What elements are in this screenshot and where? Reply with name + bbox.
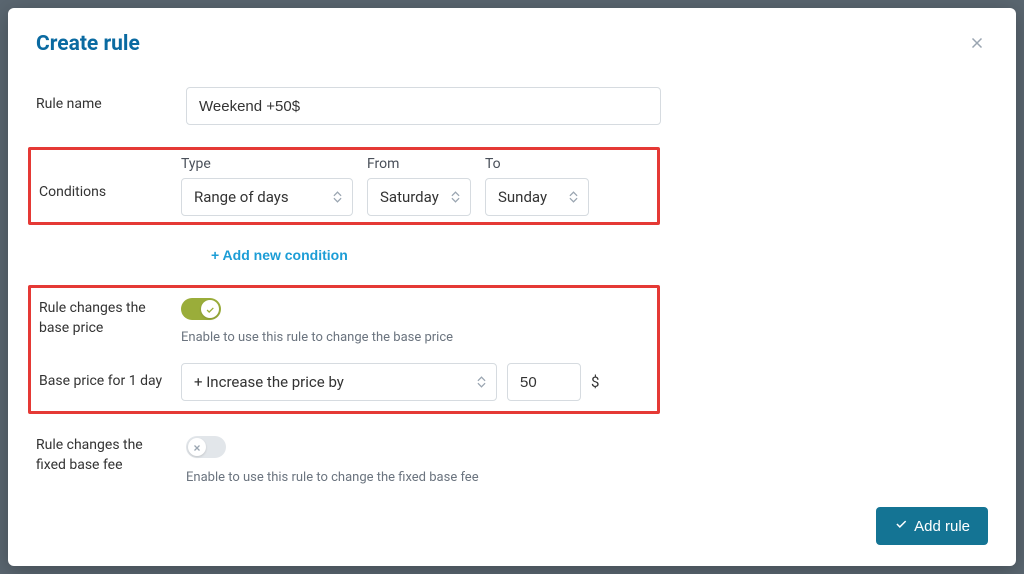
to-column: To Sunday: [485, 156, 589, 216]
add-rule-button[interactable]: Add rule: [876, 507, 988, 545]
changes-base-controls: Enable to use this rule to change the ba…: [181, 298, 453, 345]
from-select[interactable]: Saturday: [367, 178, 471, 216]
sort-caret-icon: [333, 191, 342, 203]
from-select-value: Saturday: [380, 188, 439, 206]
changes-fee-helper: Enable to use this rule to change the fi…: [186, 470, 988, 485]
rule-name-label: Rule name: [36, 87, 176, 112]
close-button[interactable]: [966, 32, 988, 57]
create-rule-modal: Create rule Rule name Conditions Type Ra…: [8, 8, 1016, 566]
from-column: From Saturday: [367, 156, 471, 216]
add-rule-label: Add rule: [914, 518, 970, 535]
type-select-value: Range of days: [194, 188, 289, 206]
rule-name-controls: [186, 87, 988, 125]
base-price-label: Base price for 1 day: [39, 363, 171, 392]
sort-caret-icon: [477, 376, 486, 388]
to-select[interactable]: Sunday: [485, 178, 589, 216]
type-col-label: Type: [181, 156, 353, 172]
toggle-knob: [201, 300, 219, 318]
changes-base-helper: Enable to use this rule to change the ba…: [181, 330, 453, 345]
changes-fee-label: Rule changes the fixed base fee: [36, 436, 176, 475]
conditions-highlight: Conditions Type Range of days From: [28, 147, 660, 225]
modal-footer: Add rule: [36, 507, 988, 545]
toggle-knob: [188, 438, 206, 456]
base-price-row: Base price for 1 day + Increase the pric…: [39, 363, 599, 401]
from-col-label: From: [367, 156, 471, 172]
base-price-controls: + Increase the price by $: [181, 363, 599, 401]
x-icon: [192, 438, 202, 457]
rule-name-input[interactable]: [186, 87, 661, 125]
conditions-label: Conditions: [39, 156, 171, 200]
type-select[interactable]: Range of days: [181, 178, 353, 216]
changes-base-row: Rule changes the base price Enable to us…: [39, 298, 453, 345]
modal-title: Create rule: [36, 32, 140, 56]
sort-caret-icon: [569, 191, 578, 203]
change-type-value: + Increase the price by: [194, 373, 344, 391]
changes-base-label: Rule changes the base price: [39, 298, 171, 338]
close-icon: [968, 40, 986, 55]
change-type-select[interactable]: + Increase the price by: [181, 363, 497, 401]
base-price-highlight: Rule changes the base price Enable to us…: [28, 285, 660, 414]
conditions-section: Conditions Type Range of days From: [36, 147, 988, 237]
changes-base-toggle[interactable]: [181, 298, 221, 320]
conditions-row: Type Range of days From Saturday: [181, 156, 589, 216]
changes-fee-row: Rule changes the fixed base fee Enable t…: [36, 436, 988, 485]
changes-fee-toggle[interactable]: [186, 436, 226, 458]
sort-caret-icon: [451, 191, 460, 203]
changes-fee-controls: Enable to use this rule to change the fi…: [186, 436, 988, 485]
add-condition-button[interactable]: + Add new condition: [211, 247, 988, 263]
check-icon: [894, 517, 908, 535]
change-amount-input[interactable]: [507, 363, 581, 401]
rule-name-row: Rule name: [36, 87, 988, 125]
to-select-value: Sunday: [498, 188, 547, 206]
check-icon: [205, 300, 215, 319]
currency-symbol: $: [591, 373, 599, 391]
type-column: Type Range of days: [181, 156, 353, 216]
modal-header: Create rule: [36, 32, 988, 57]
to-col-label: To: [485, 156, 589, 172]
